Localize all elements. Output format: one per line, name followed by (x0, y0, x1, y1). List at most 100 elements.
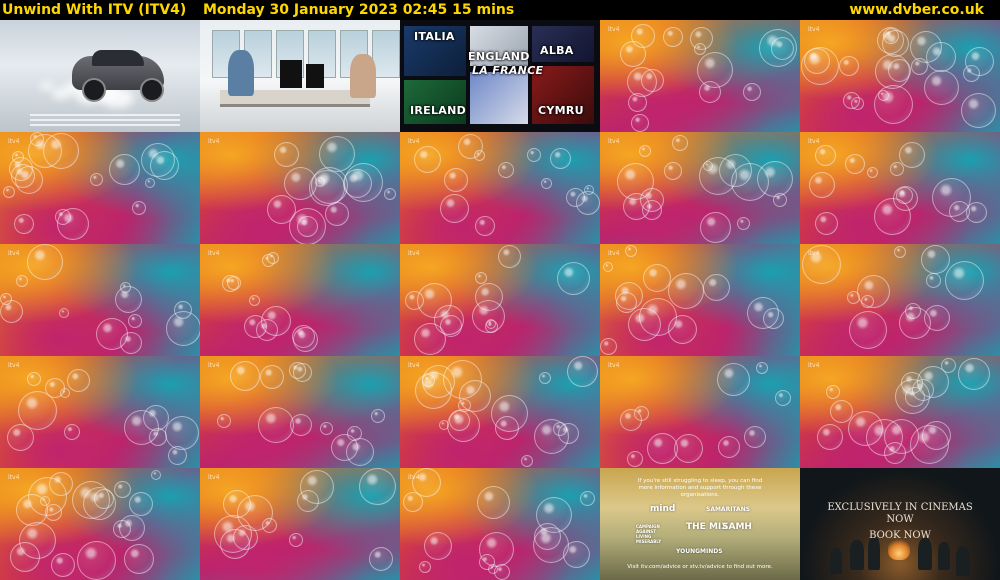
itv4-logo: itv4 (208, 474, 220, 481)
bubble (227, 276, 241, 290)
bubble (756, 362, 768, 374)
bubble (674, 434, 703, 463)
thumbnail-bubbles[interactable]: itv4 (800, 356, 1000, 468)
bubble (521, 455, 533, 467)
bubble (16, 275, 28, 287)
bubble (440, 194, 469, 223)
thumbnail-bubbles[interactable]: itv4 (800, 20, 1000, 132)
bubble (477, 486, 510, 519)
car-wheel (82, 78, 106, 102)
thumbnail-bubbles[interactable]: itv4 (0, 244, 200, 356)
bubble (809, 172, 835, 198)
bubble (258, 407, 294, 443)
bubble (631, 114, 649, 132)
thumbnail-bubbles[interactable]: itv4 (400, 132, 600, 244)
thumbnail-bubbles[interactable]: itv4 (800, 244, 1000, 356)
thumbnail-bubbles[interactable]: itv4 (0, 356, 200, 468)
bubble-layer (200, 132, 400, 244)
bubble (567, 356, 598, 387)
car-wheel (140, 78, 164, 102)
bubble (151, 470, 161, 480)
thumbnail-bubbles[interactable]: itv4 (200, 468, 400, 580)
bubble (932, 178, 971, 217)
itv4-logo: itv4 (208, 250, 220, 257)
bubble-layer (600, 244, 800, 356)
bubble (262, 518, 277, 533)
thumbnail-bubbles[interactable]: itv4 (600, 132, 800, 244)
itv4-logo: itv4 (608, 250, 620, 257)
charity-logo: CAMPAIGN AGAINST LIVING MISERABLY (636, 524, 662, 544)
bubble (124, 410, 159, 445)
bubble (890, 162, 904, 176)
bubble (262, 254, 275, 267)
silhouette (830, 548, 842, 574)
bubble (488, 564, 498, 574)
bubble (922, 421, 951, 450)
thumbnail-rugby[interactable]: ITALIA ENGLAND ALBA LA FRANCE IRELAND CYMRU (400, 20, 600, 132)
bubble (921, 245, 950, 274)
snow-spray (40, 82, 54, 91)
bubble (627, 451, 643, 467)
thumbnail-bubbles[interactable]: itv4 (0, 132, 200, 244)
bubble (775, 390, 791, 406)
bubble (896, 187, 913, 204)
bubble (64, 424, 80, 440)
thumbnail-office[interactable] (200, 20, 400, 132)
bubble (641, 69, 664, 92)
itv4-logo: itv4 (408, 250, 420, 257)
bubble (331, 434, 358, 461)
team-name: IRELAND (410, 104, 467, 117)
bubble (300, 470, 334, 504)
thumbnail-bubbles[interactable]: itv4 (600, 356, 800, 468)
bubble (600, 338, 617, 355)
thumbnail-support[interactable]: If you're still struggling to sleep, you… (600, 468, 800, 580)
thumbnail-bubbles[interactable]: itv4 (800, 132, 1000, 244)
bubble-layer (400, 132, 600, 244)
thumbnail-bubbles[interactable]: itv4 (400, 356, 600, 468)
bubble (419, 561, 431, 573)
thumbnail-bubbles[interactable]: itv4 (600, 244, 800, 356)
disclaimer-line (30, 114, 180, 116)
bubble (165, 416, 199, 450)
team-name: CYMRU (538, 104, 584, 117)
site-link[interactable]: www.dvber.co.uk (849, 0, 984, 20)
thumbnail-bubbles[interactable]: itv4 (0, 468, 200, 580)
thumbnail-bubbles[interactable]: itv4 (400, 468, 600, 580)
bubble-layer (400, 468, 600, 580)
bubble (114, 481, 131, 498)
thumbnail-bubbles[interactable]: itv4 (400, 244, 600, 356)
bubble (217, 414, 231, 428)
disclaimer-line (30, 119, 180, 121)
thumbnail-bubbles[interactable]: itv4 (600, 20, 800, 132)
thumbnail-car[interactable] (0, 20, 200, 132)
bubble (628, 93, 647, 112)
bubble (129, 492, 153, 516)
bubble (439, 420, 449, 430)
bubble (414, 146, 441, 173)
bubble (458, 134, 483, 159)
bubble (874, 85, 913, 124)
thumbnail-bubbles[interactable]: itv4 (200, 244, 400, 356)
bubble (27, 244, 63, 280)
cinema-tagline: EXCLUSIVELY IN CINEMAS (827, 502, 973, 513)
bubble (12, 151, 24, 163)
bubble-layer (400, 356, 600, 468)
bubble-layer (200, 356, 400, 468)
bubble (945, 261, 984, 300)
itv4-logo: itv4 (208, 138, 220, 145)
bubble (527, 148, 541, 162)
bubble (631, 24, 655, 48)
office-window (372, 30, 400, 78)
thumbnail-bubbles[interactable]: itv4 (200, 356, 400, 468)
bubble (580, 491, 595, 506)
thumbnail-bubbles[interactable]: itv4 (200, 132, 400, 244)
bubble (699, 157, 737, 195)
bubble (639, 145, 651, 157)
thumbnail-cinema[interactable]: EXCLUSIVELY IN CINEMAS NOW BOOK NOW (800, 468, 1000, 580)
bubble (912, 379, 934, 401)
bubble (839, 56, 859, 76)
bubble-layer (0, 132, 200, 244)
bubble (414, 323, 446, 355)
thumbnail-grid: ITALIA ENGLAND ALBA LA FRANCE IRELAND CYMRU it… (0, 20, 1000, 580)
bubble (634, 406, 649, 421)
